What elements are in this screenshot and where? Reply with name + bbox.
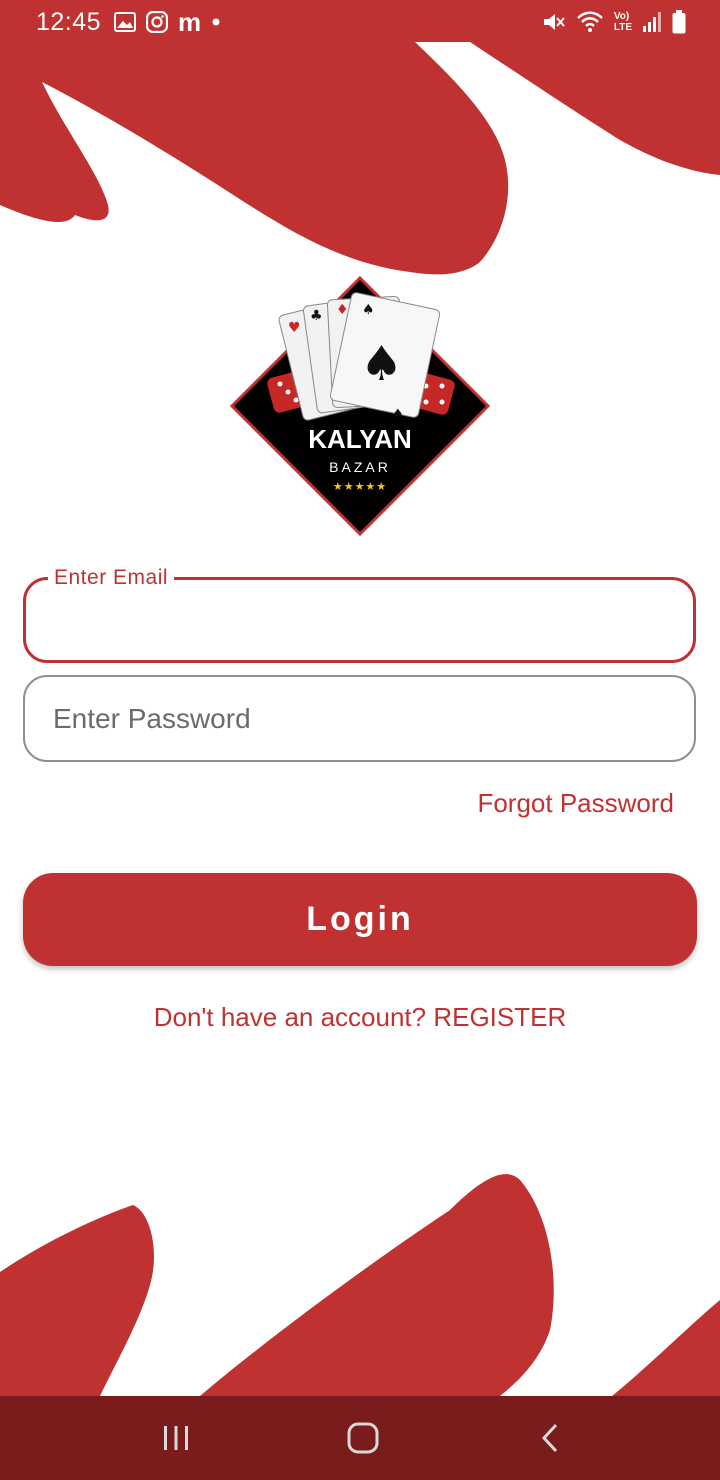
status-right-icons: Vo) LTE bbox=[542, 8, 686, 36]
signal-icon bbox=[643, 12, 661, 32]
back-icon bbox=[541, 1423, 558, 1453]
login-button[interactable]: Login bbox=[23, 873, 697, 966]
volte-bottom-label: LTE bbox=[613, 22, 632, 33]
volte-top-label: Vo) bbox=[613, 11, 630, 22]
svg-text:♠: ♠ bbox=[362, 302, 375, 318]
volte-icon: Vo) LTE bbox=[614, 11, 632, 33]
back-button[interactable] bbox=[520, 1418, 580, 1458]
status-left-icons: m bbox=[114, 9, 221, 35]
wifi-icon bbox=[576, 11, 603, 32]
email-field[interactable]: Enter Email bbox=[23, 564, 696, 663]
recents-icon bbox=[164, 1426, 188, 1450]
logo-title: KALYAN bbox=[308, 424, 412, 454]
home-button[interactable] bbox=[333, 1418, 393, 1458]
bottom-wave-shape bbox=[0, 1174, 720, 1400]
status-bar: 12:45 m Vo) LTE bbox=[0, 0, 720, 44]
svg-text:♠: ♠ bbox=[360, 336, 403, 392]
recents-button[interactable] bbox=[146, 1418, 206, 1458]
password-field[interactable] bbox=[23, 675, 696, 762]
register-link[interactable]: Don't have an account? REGISTER bbox=[0, 1002, 720, 1033]
mute-icon bbox=[543, 14, 565, 30]
playing-cards-icon: ♥ ♣ ♦ ♠ ♠ ♠ bbox=[278, 292, 441, 422]
navigation-bar bbox=[0, 1396, 720, 1480]
battery-icon bbox=[672, 10, 686, 34]
image-icon bbox=[114, 12, 136, 32]
instagram-icon bbox=[146, 11, 168, 33]
logo-stars: ★★★★★ bbox=[333, 480, 387, 493]
forgot-password-link[interactable]: Forgot Password bbox=[477, 788, 674, 819]
dot-icon bbox=[212, 18, 220, 26]
password-input[interactable] bbox=[51, 677, 668, 760]
m-app-icon: m bbox=[178, 7, 202, 37]
svg-text:♣: ♣ bbox=[310, 308, 323, 324]
svg-text:♦: ♦ bbox=[336, 302, 349, 318]
email-input[interactable] bbox=[52, 580, 667, 660]
kalyan-bazar-logo: ♥ ♣ ♦ ♠ ♠ ♠ KALYAN BAZAR ★★★★★ bbox=[230, 276, 490, 537]
svg-text:♠: ♠ bbox=[392, 407, 404, 422]
svg-text:♥: ♥ bbox=[288, 320, 301, 336]
home-icon bbox=[347, 1422, 379, 1454]
logo-subtitle: BAZAR bbox=[329, 459, 391, 475]
status-time: 12:45 bbox=[36, 8, 102, 36]
